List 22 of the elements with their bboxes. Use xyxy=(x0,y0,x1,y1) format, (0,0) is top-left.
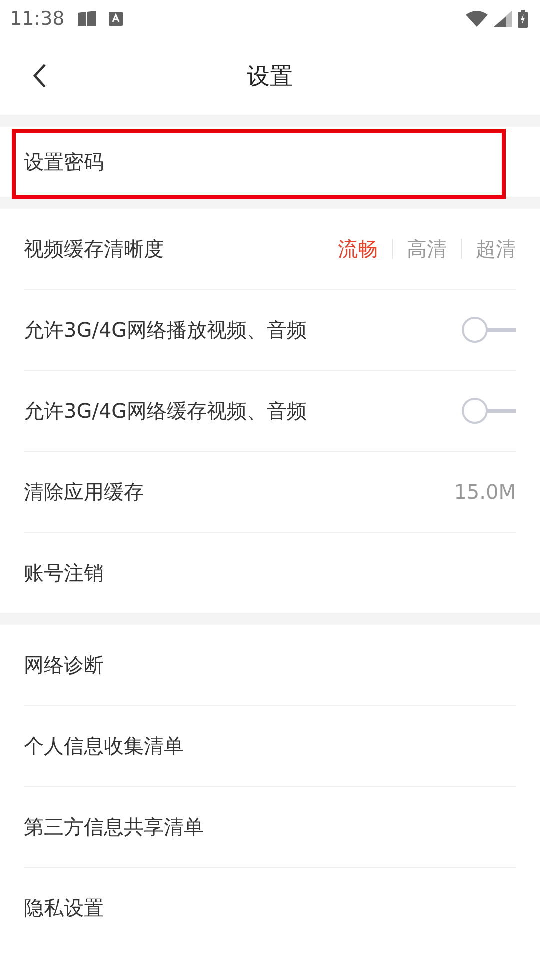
battery-icon xyxy=(518,10,528,28)
page-title: 设置 xyxy=(247,63,293,92)
setting-label[interactable]: 视频缓存清晰度 xyxy=(24,236,164,262)
setting-label[interactable]: 设置密码 xyxy=(24,148,104,176)
setting-label[interactable]: 第三方信息共享清单 xyxy=(24,814,204,840)
setting-label[interactable]: 网络诊断 xyxy=(24,652,104,678)
signal-icon xyxy=(494,11,512,27)
wifi-icon xyxy=(466,11,488,27)
quality-option[interactable]: 流畅 xyxy=(338,236,378,262)
status-time: 11:38 xyxy=(10,8,65,30)
font-icon xyxy=(108,12,123,26)
setting-label[interactable]: 个人信息收集清单 xyxy=(24,732,184,760)
toggle-switch[interactable] xyxy=(462,398,516,424)
setting-label[interactable]: 允许3G/4G网络播放视频、音频 xyxy=(24,316,308,344)
setting-label[interactable]: 隐私设置 xyxy=(24,894,104,922)
setting-label[interactable]: 允许3G/4G网络缓存视频、音频 xyxy=(24,398,308,424)
cache-size: 15.0M xyxy=(454,480,516,504)
setting-label[interactable]: 账号注销 xyxy=(24,560,104,586)
setting-label[interactable]: 清除应用缓存 xyxy=(24,478,144,506)
book-icon xyxy=(76,10,97,28)
back-icon[interactable] xyxy=(33,63,47,89)
toggle-switch[interactable] xyxy=(462,317,516,343)
